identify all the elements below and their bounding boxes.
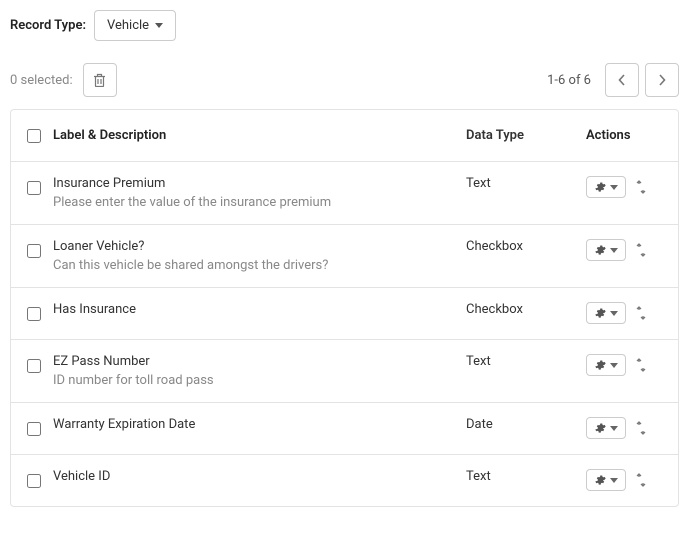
field-type: Checkbox bbox=[466, 239, 586, 254]
field-label: Loaner Vehicle? bbox=[53, 239, 456, 254]
caret-down-icon bbox=[155, 23, 163, 28]
caret-down-icon bbox=[610, 185, 618, 190]
field-description: ID number for toll road pass bbox=[53, 373, 456, 388]
field-type: Text bbox=[466, 354, 586, 369]
sort-icon bbox=[636, 358, 646, 372]
next-page-button[interactable] bbox=[645, 63, 679, 97]
field-type: Date bbox=[466, 417, 586, 432]
sort-icon bbox=[636, 421, 646, 435]
field-type: Checkbox bbox=[466, 302, 586, 317]
chevron-right-icon bbox=[658, 74, 666, 86]
reorder-handle[interactable] bbox=[636, 358, 646, 372]
table-row: Has Insurance Checkbox bbox=[11, 288, 678, 340]
field-label: Warranty Expiration Date bbox=[53, 417, 456, 432]
table-row: Loaner Vehicle? Can this vehicle be shar… bbox=[11, 225, 678, 288]
field-type: Text bbox=[466, 469, 586, 484]
table-row: Vehicle ID Text bbox=[11, 455, 678, 506]
caret-down-icon bbox=[610, 478, 618, 483]
record-type-value: Vehicle bbox=[107, 18, 149, 33]
gear-icon bbox=[594, 307, 606, 319]
record-type-dropdown[interactable]: Vehicle bbox=[94, 10, 176, 41]
column-data-type: Data Type bbox=[466, 128, 586, 143]
chevron-left-icon bbox=[618, 74, 626, 86]
record-type-label: Record Type: bbox=[10, 18, 86, 33]
trash-icon bbox=[93, 73, 106, 87]
row-actions-button[interactable] bbox=[586, 469, 626, 491]
row-checkbox[interactable] bbox=[27, 181, 41, 195]
prev-page-button[interactable] bbox=[605, 63, 639, 97]
field-label: Vehicle ID bbox=[53, 469, 456, 484]
page-info: 1-6 of 6 bbox=[547, 73, 591, 88]
row-checkbox[interactable] bbox=[27, 359, 41, 373]
row-checkbox[interactable] bbox=[27, 474, 41, 488]
field-label: Has Insurance bbox=[53, 302, 456, 317]
row-actions-button[interactable] bbox=[586, 176, 626, 198]
gear-icon bbox=[594, 244, 606, 256]
gear-icon bbox=[594, 359, 606, 371]
sort-icon bbox=[636, 473, 646, 487]
table-header: Label & Description Data Type Actions bbox=[11, 110, 678, 162]
reorder-handle[interactable] bbox=[636, 421, 646, 435]
reorder-handle[interactable] bbox=[636, 306, 646, 320]
caret-down-icon bbox=[610, 248, 618, 253]
caret-down-icon bbox=[610, 363, 618, 368]
row-actions-button[interactable] bbox=[586, 354, 626, 376]
field-description: Can this vehicle be shared amongst the d… bbox=[53, 258, 456, 273]
field-description: Please enter the value of the insurance … bbox=[53, 195, 456, 210]
caret-down-icon bbox=[610, 311, 618, 316]
table-row: Warranty Expiration Date Date bbox=[11, 403, 678, 455]
gear-icon bbox=[594, 181, 606, 193]
sort-icon bbox=[636, 180, 646, 194]
row-checkbox[interactable] bbox=[27, 244, 41, 258]
table-row: Insurance Premium Please enter the value… bbox=[11, 162, 678, 225]
field-label: Insurance Premium bbox=[53, 176, 456, 191]
row-actions-button[interactable] bbox=[586, 239, 626, 261]
gear-icon bbox=[594, 474, 606, 486]
reorder-handle[interactable] bbox=[636, 473, 646, 487]
field-type: Text bbox=[466, 176, 586, 191]
field-label: EZ Pass Number bbox=[53, 354, 456, 369]
row-actions-button[interactable] bbox=[586, 302, 626, 324]
select-all-checkbox[interactable] bbox=[27, 129, 41, 143]
selected-count: 0 selected: bbox=[10, 73, 73, 88]
sort-icon bbox=[636, 243, 646, 257]
caret-down-icon bbox=[610, 426, 618, 431]
column-label: Label & Description bbox=[53, 128, 466, 143]
reorder-handle[interactable] bbox=[636, 243, 646, 257]
gear-icon bbox=[594, 422, 606, 434]
row-actions-button[interactable] bbox=[586, 417, 626, 439]
column-actions: Actions bbox=[586, 128, 666, 143]
delete-button[interactable] bbox=[83, 63, 117, 97]
row-checkbox[interactable] bbox=[27, 307, 41, 321]
row-checkbox[interactable] bbox=[27, 422, 41, 436]
table-row: EZ Pass Number ID number for toll road p… bbox=[11, 340, 678, 403]
fields-table: Label & Description Data Type Actions In… bbox=[10, 109, 679, 507]
reorder-handle[interactable] bbox=[636, 180, 646, 194]
sort-icon bbox=[636, 306, 646, 320]
